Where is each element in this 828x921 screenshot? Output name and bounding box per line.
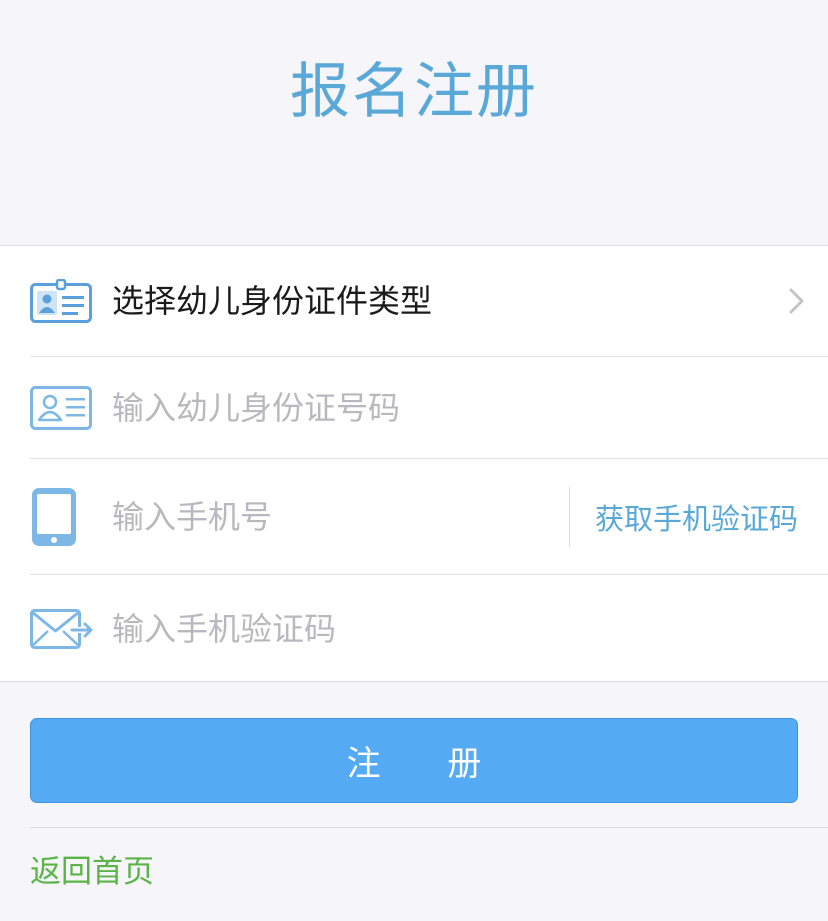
divider [569,487,570,547]
registration-form: 选择幼儿身份证件类型 输入幼儿身份证号码 输入手机号 获取手机验证码 输入手机验… [0,245,828,682]
code-row[interactable]: 输入手机验证码 [30,574,828,682]
get-code-button[interactable]: 获取手机验证码 [595,496,798,538]
divider [30,827,828,828]
id-badge-icon [30,269,94,333]
id-type-label: 选择幼儿身份证件类型 [112,282,433,320]
id-number-input[interactable]: 输入幼儿身份证号码 [112,388,400,428]
back-home-link[interactable]: 返回首页 [30,850,154,894]
id-number-row[interactable]: 输入幼儿身份证号码 [30,356,828,458]
id-card-icon [30,376,94,440]
mobile-phone-icon [30,485,94,549]
id-type-selector[interactable]: 选择幼儿身份证件类型 [30,246,828,356]
phone-row[interactable]: 输入手机号 获取手机验证码 [30,458,828,574]
phone-input[interactable]: 输入手机号 [112,497,272,537]
page-title: 报名注册 [290,57,538,127]
chevron-right-icon [788,286,806,316]
envelope-icon [30,597,94,661]
register-button[interactable]: 注 册 [30,718,798,803]
code-input[interactable]: 输入手机验证码 [112,609,336,649]
